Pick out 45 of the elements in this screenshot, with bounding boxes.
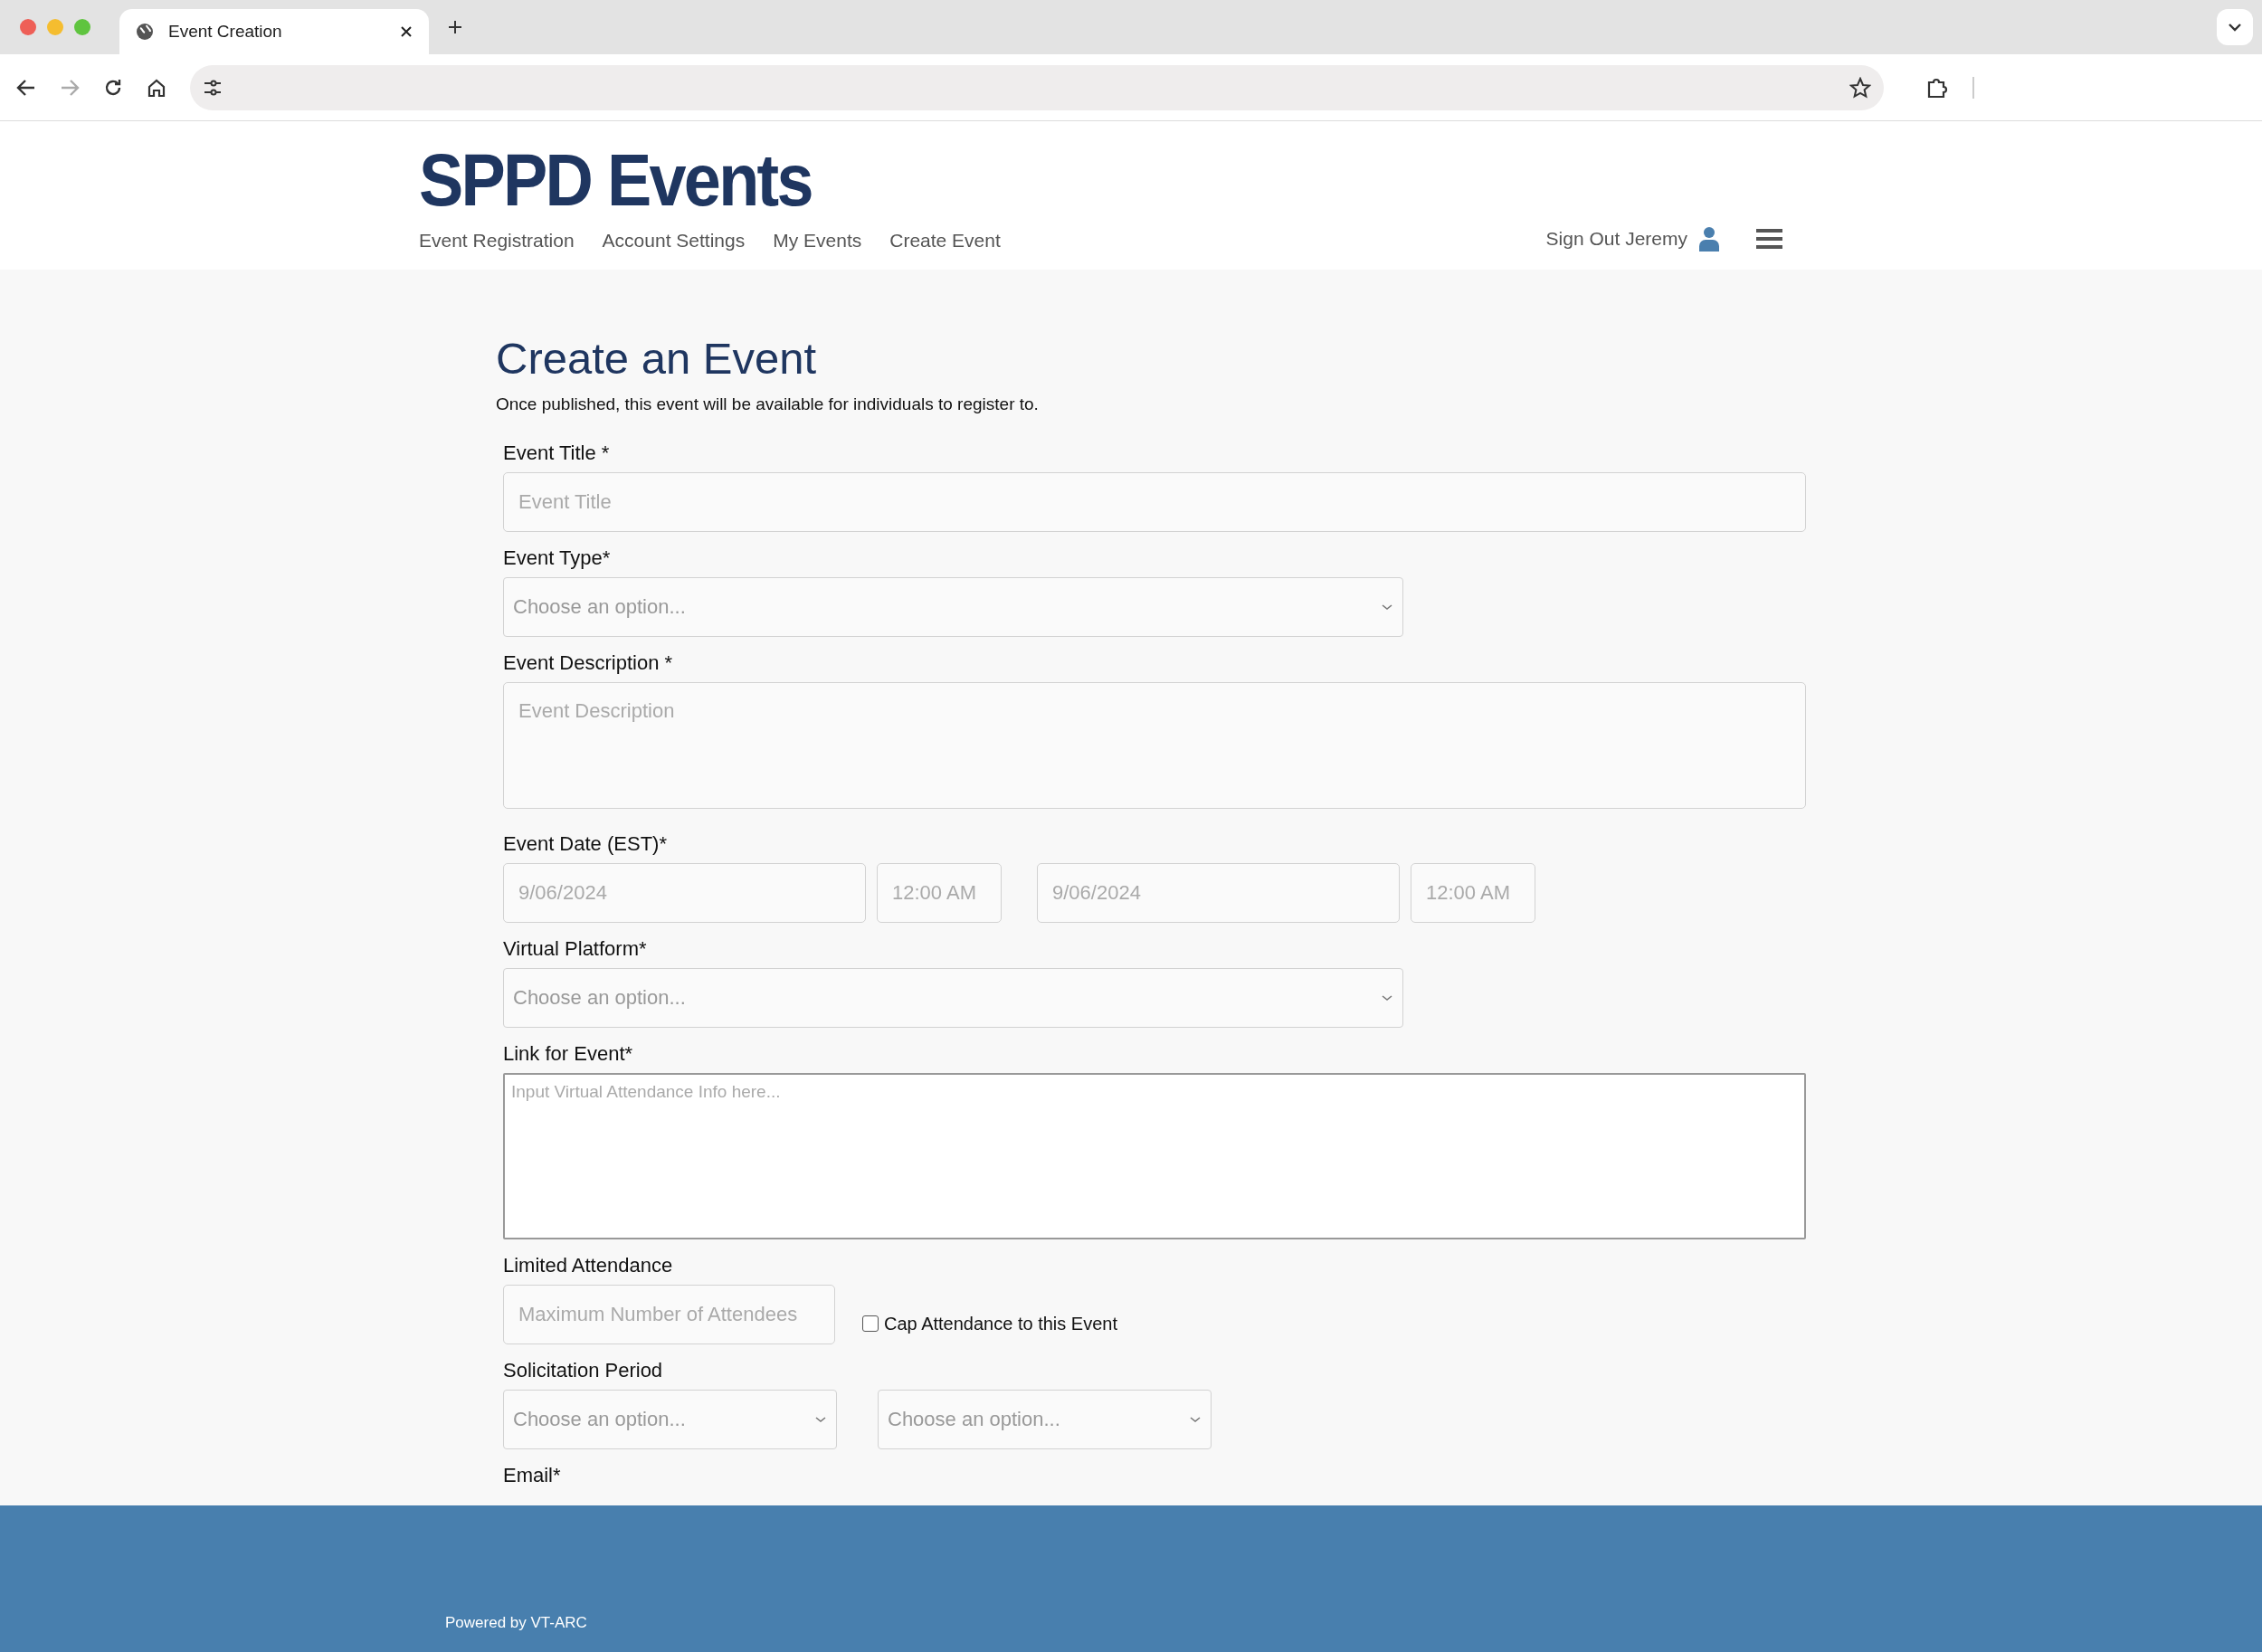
tune-icon[interactable]: [203, 78, 223, 97]
chevron-down-icon: [814, 1415, 827, 1424]
date-field[interactable]: 9/06/2024: [503, 863, 866, 923]
field-label: Link for Event*: [503, 1042, 634, 1066]
field-label: Event Date (EST)*: [503, 832, 668, 856]
field-label: Limited Attendance: [503, 1254, 674, 1277]
reload-icon[interactable]: [103, 77, 123, 98]
checkbox-label[interactable]: Cap Attendance to this Event: [862, 1313, 1117, 1334]
close-window-button[interactable]: [20, 19, 36, 35]
sign-out-link[interactable]: Sign Out Jeremy: [1545, 226, 1720, 252]
footer-text: Powered by VT-ARC: [445, 1614, 587, 1632]
nav-link[interactable]: Create Event: [889, 230, 1001, 252]
time-field[interactable]: 12:00 AM: [877, 863, 1002, 923]
chevron-down-icon: [1381, 993, 1393, 1002]
textarea-field[interactable]: Event Description: [503, 682, 1806, 809]
globe-icon: [136, 23, 154, 41]
browser-tab[interactable]: Event Creation: [119, 9, 429, 54]
time-field[interactable]: 12:00 AM: [1411, 863, 1535, 923]
field-label: Event Type*: [503, 546, 612, 570]
home-icon[interactable]: [147, 77, 166, 98]
field-label: Solicitation Period: [503, 1359, 664, 1382]
nav-link[interactable]: My Events: [773, 230, 862, 252]
chevron-down-icon: [1381, 603, 1393, 612]
chevron-down-icon[interactable]: [2217, 9, 2253, 45]
nav-link[interactable]: Event Registration: [419, 230, 575, 252]
menu-icon[interactable]: [1756, 228, 1782, 250]
nav-link[interactable]: Account Settings: [602, 230, 746, 252]
textarea-field[interactable]: Input Virtual Attendance Info here...: [503, 1073, 1806, 1239]
plus-icon[interactable]: [447, 19, 463, 35]
field-label: Virtual Platform*: [503, 937, 648, 961]
field-label: Email*: [503, 1464, 562, 1487]
close-icon[interactable]: [400, 25, 413, 38]
user-icon: [1698, 226, 1720, 252]
input-field[interactable]: Event Title: [503, 472, 1806, 532]
site-logo[interactable]: SPPD Events: [419, 143, 943, 217]
field-label: Event Description *: [503, 651, 674, 675]
page-subtitle: Once published, this event will be available for individuals to register to.: [496, 394, 1040, 414]
checkbox[interactable]: [862, 1315, 879, 1332]
page-title: Create an Event: [496, 333, 818, 384]
field-label: Event Title *: [503, 441, 611, 465]
date-field[interactable]: 9/06/2024: [1037, 863, 1400, 923]
star-icon[interactable]: [1849, 76, 1871, 99]
input-field[interactable]: Maximum Number of Attendees: [503, 1285, 835, 1344]
back-icon[interactable]: [16, 77, 36, 98]
chevron-down-icon: [1189, 1415, 1202, 1424]
